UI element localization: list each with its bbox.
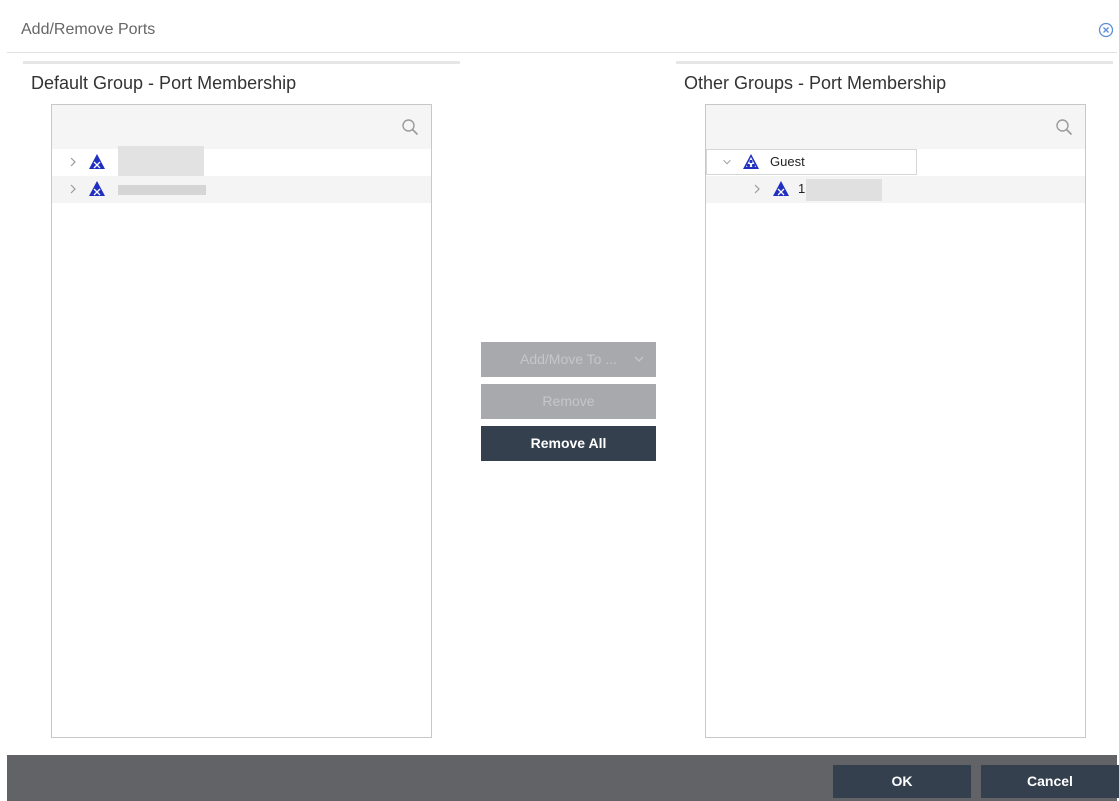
default-group-port-tree[interactable] bbox=[51, 104, 432, 738]
chevron-right-icon[interactable] bbox=[752, 183, 762, 195]
close-icon[interactable] bbox=[1098, 22, 1114, 38]
right-section-divider bbox=[676, 61, 1113, 64]
chevron-right-icon[interactable] bbox=[68, 156, 78, 168]
redacted-label bbox=[118, 185, 206, 195]
tree-node[interactable] bbox=[52, 176, 431, 203]
add-move-to-button[interactable]: Add/Move To ... bbox=[481, 342, 656, 377]
device-icon bbox=[89, 154, 105, 169]
device-icon bbox=[773, 181, 789, 196]
device-icon bbox=[89, 181, 105, 196]
add-remove-ports-dialog: Add/Remove Ports Default Group - Port Me… bbox=[0, 0, 1119, 801]
chevron-down-icon bbox=[634, 356, 644, 362]
left-section-divider bbox=[23, 61, 460, 64]
left-search-input[interactable] bbox=[58, 113, 402, 143]
left-panel-heading: Default Group - Port Membership bbox=[31, 73, 297, 93]
guest-selection-box bbox=[706, 149, 917, 175]
other-groups-port-tree[interactable]: Guest 1 bbox=[705, 104, 1086, 738]
tree-node[interactable]: 1 bbox=[706, 176, 1085, 203]
remove-button[interactable]: Remove bbox=[481, 384, 656, 419]
left-search-bar bbox=[52, 105, 431, 149]
cancel-button[interactable]: Cancel bbox=[981, 765, 1119, 798]
chevron-down-icon[interactable] bbox=[722, 156, 732, 168]
remove-all-label: Remove All bbox=[530, 435, 607, 451]
dialog-title: Add/Remove Ports bbox=[21, 21, 156, 38]
search-icon[interactable] bbox=[401, 118, 419, 136]
redacted-label bbox=[118, 146, 204, 176]
search-icon[interactable] bbox=[1055, 118, 1073, 136]
remove-all-button[interactable]: Remove All bbox=[481, 426, 656, 461]
dialog-footer: OK Cancel bbox=[7, 755, 1119, 801]
tree-node[interactable] bbox=[52, 146, 431, 176]
tree-node-guest[interactable]: Guest bbox=[706, 149, 1085, 176]
remove-label: Remove bbox=[542, 393, 595, 409]
group-icon bbox=[743, 154, 759, 169]
right-search-input[interactable] bbox=[712, 113, 1056, 143]
tree-node-label-guest: Guest bbox=[770, 154, 805, 169]
dialog-titlebar: Add/Remove Ports bbox=[7, 7, 1117, 53]
add-move-to-label: Add/Move To ... bbox=[519, 351, 617, 367]
right-panel-heading: Other Groups - Port Membership bbox=[684, 73, 947, 93]
tree-node-label: 1 bbox=[798, 181, 806, 196]
redacted-label bbox=[806, 179, 882, 201]
right-search-bar bbox=[706, 105, 1085, 149]
chevron-right-icon[interactable] bbox=[68, 183, 78, 195]
ok-button[interactable]: OK bbox=[833, 765, 971, 798]
